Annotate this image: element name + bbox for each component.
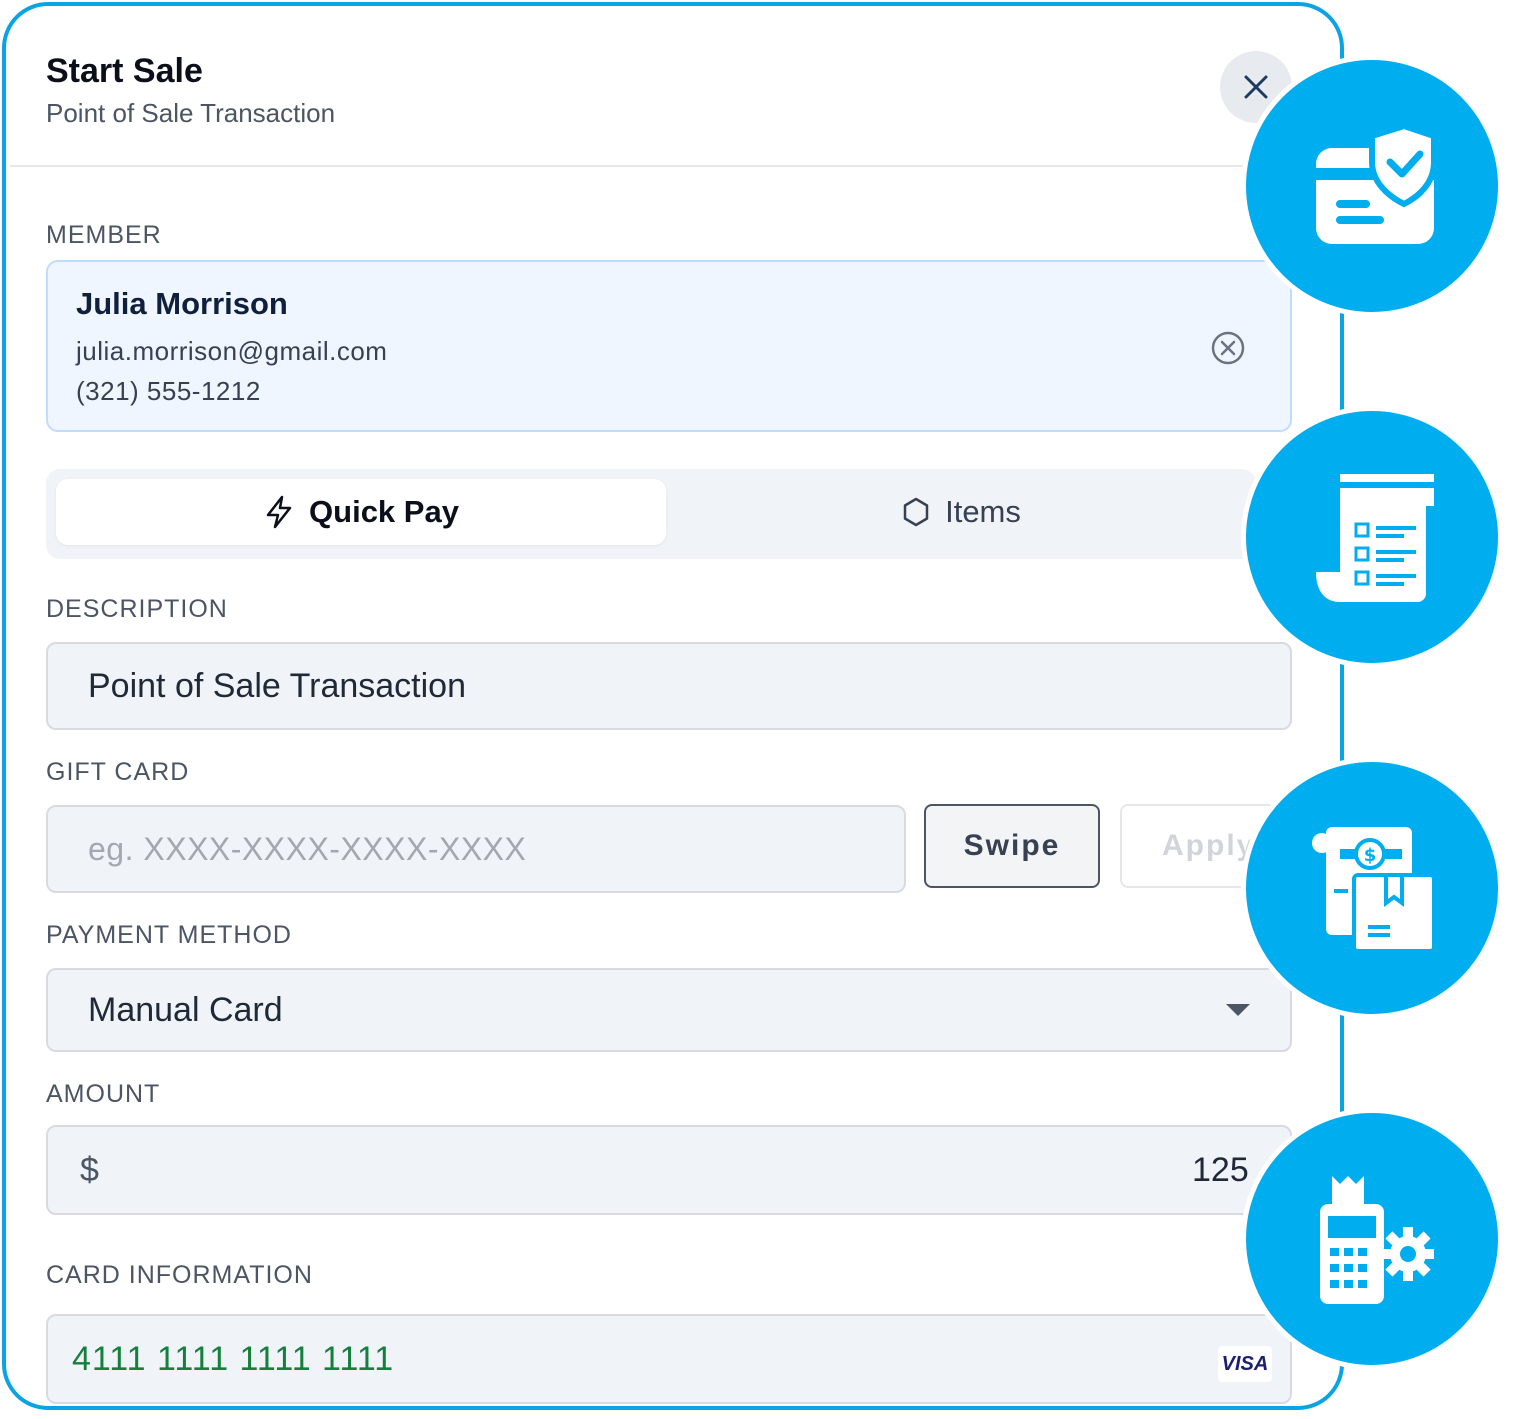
payment-method-value: Manual Card bbox=[88, 990, 283, 1029]
card-information-label: CARD INFORMATION bbox=[46, 1261, 313, 1289]
swipe-button[interactable]: Swipe bbox=[924, 804, 1100, 888]
gift-card-placeholder: eg. XXXX-XXXX-XXXX-XXXX bbox=[88, 830, 527, 867]
card-number-value: 4111 1111 1111 1111 bbox=[72, 1339, 395, 1378]
amount-input[interactable]: $ 125 bbox=[46, 1125, 1292, 1215]
tab-quick-pay[interactable]: Quick Pay bbox=[56, 479, 666, 545]
amount-value: 125 bbox=[1192, 1150, 1249, 1189]
invoice-payment-icon: $ bbox=[1241, 757, 1503, 1019]
payment-method-label: PAYMENT METHOD bbox=[46, 921, 292, 949]
gift-card-label: GIFT CARD bbox=[46, 758, 190, 786]
svg-text:$: $ bbox=[1364, 845, 1377, 866]
header-divider bbox=[10, 165, 1246, 167]
gift-card-input[interactable]: eg. XXXX-XXXX-XXXX-XXXX bbox=[46, 805, 906, 893]
lightning-icon bbox=[266, 495, 292, 529]
visa-logo-icon: VISA bbox=[1218, 1346, 1272, 1382]
amount-label: AMOUNT bbox=[46, 1080, 161, 1108]
page-title: Start Sale bbox=[46, 52, 203, 90]
member-email: julia.morrison@gmail.com bbox=[76, 336, 388, 366]
description-value: Point of Sale Transaction bbox=[88, 666, 467, 705]
remove-member-button[interactable] bbox=[1210, 330, 1246, 371]
start-sale-panel: Start Sale Point of Sale Transaction MEM… bbox=[2, 2, 1344, 1410]
hexagon-icon bbox=[903, 497, 929, 527]
tab-items-label: Items bbox=[945, 494, 1021, 529]
close-icon bbox=[1244, 75, 1268, 99]
page-subtitle: Point of Sale Transaction bbox=[46, 98, 336, 128]
currency-symbol: $ bbox=[80, 1150, 99, 1189]
member-name: Julia Morrison bbox=[76, 286, 288, 321]
tab-items[interactable]: Items bbox=[666, 479, 1256, 545]
circle-x-icon bbox=[1211, 331, 1245, 365]
member-label: MEMBER bbox=[46, 221, 162, 249]
member-phone: (321) 555-1212 bbox=[76, 376, 261, 406]
tab-quick-pay-label: Quick Pay bbox=[309, 494, 459, 529]
chevron-down-icon bbox=[1226, 1004, 1250, 1016]
payment-method-select[interactable]: Manual Card bbox=[46, 968, 1292, 1052]
secure-card-shield-icon bbox=[1241, 55, 1503, 317]
card-number-input[interactable]: 4111 1111 1111 1111 bbox=[46, 1314, 1292, 1404]
sale-mode-tabs: Quick Pay Items bbox=[46, 469, 1256, 559]
receipt-list-icon bbox=[1241, 406, 1503, 668]
description-label: DESCRIPTION bbox=[46, 595, 228, 623]
member-card: Julia Morrison julia.morrison@gmail.com … bbox=[46, 260, 1292, 432]
pos-terminal-settings-icon bbox=[1241, 1108, 1503, 1370]
description-input[interactable]: Point of Sale Transaction bbox=[46, 642, 1292, 730]
